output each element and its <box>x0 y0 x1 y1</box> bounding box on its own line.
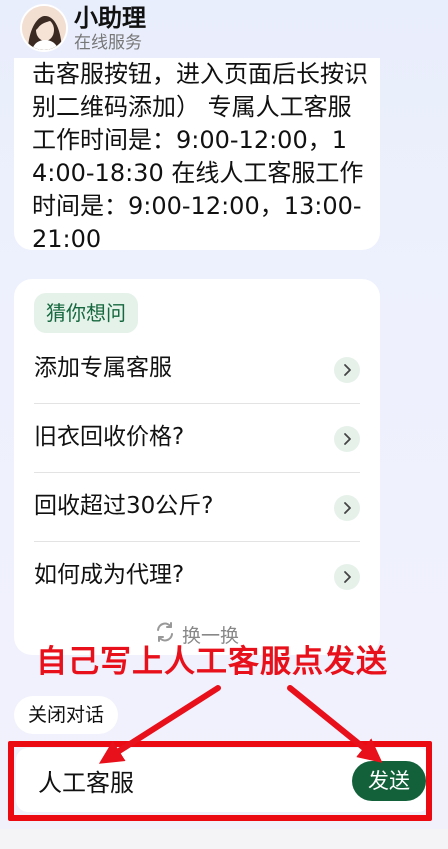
close-conversation-button[interactable]: 关闭对话 <box>14 696 119 734</box>
assistant-status: 在线服务 <box>74 33 142 53</box>
suggested-question-item[interactable]: 回收超过30公斤? <box>34 473 360 542</box>
chevron-right-icon <box>334 357 360 383</box>
bottom-safe-area <box>0 829 448 849</box>
suggested-question-label: 回收超过30公斤? <box>34 493 214 519</box>
suggested-question-item[interactable]: 旧衣回收价格? <box>34 404 360 473</box>
annotation-instruction: 自己写上人工客服点发送 <box>36 644 388 680</box>
suggested-questions-badge: 猜你想问 <box>34 293 138 333</box>
assistant-avatar[interactable] <box>22 6 66 50</box>
input-highlight-box <box>8 741 432 821</box>
chat-header: 小助理 在线服务 <box>0 0 448 58</box>
suggested-questions-list: 添加专属客服 旧衣回收价格? 回收超过30公斤? 如何成为代理? <box>34 335 360 611</box>
chevron-right-icon <box>334 495 360 521</box>
avatar-photo-icon <box>22 6 66 50</box>
suggested-question-item[interactable]: 如何成为代理? <box>34 542 360 611</box>
message-bubble: 击客服按钮，进入页面后长按识别二维码添加） 专属人工客服工作时间是：9:00-1… <box>14 58 380 250</box>
chevron-right-icon <box>334 564 360 590</box>
suggested-questions-card: 猜你想问 添加专属客服 旧衣回收价格? 回收超过30公斤? 如何成为代理? 换一… <box>14 279 380 655</box>
message-text: 击客服按钮，进入页面后长按识别二维码添加） 专属人工客服工作时间是：9:00-1… <box>32 60 368 250</box>
suggested-question-item[interactable]: 添加专属客服 <box>34 335 360 404</box>
chevron-right-icon <box>334 426 360 452</box>
suggested-question-label: 添加专属客服 <box>34 355 172 381</box>
suggested-question-label: 如何成为代理? <box>34 562 185 588</box>
suggested-question-label: 旧衣回收价格? <box>34 424 185 450</box>
assistant-name: 小助理 <box>74 4 146 32</box>
